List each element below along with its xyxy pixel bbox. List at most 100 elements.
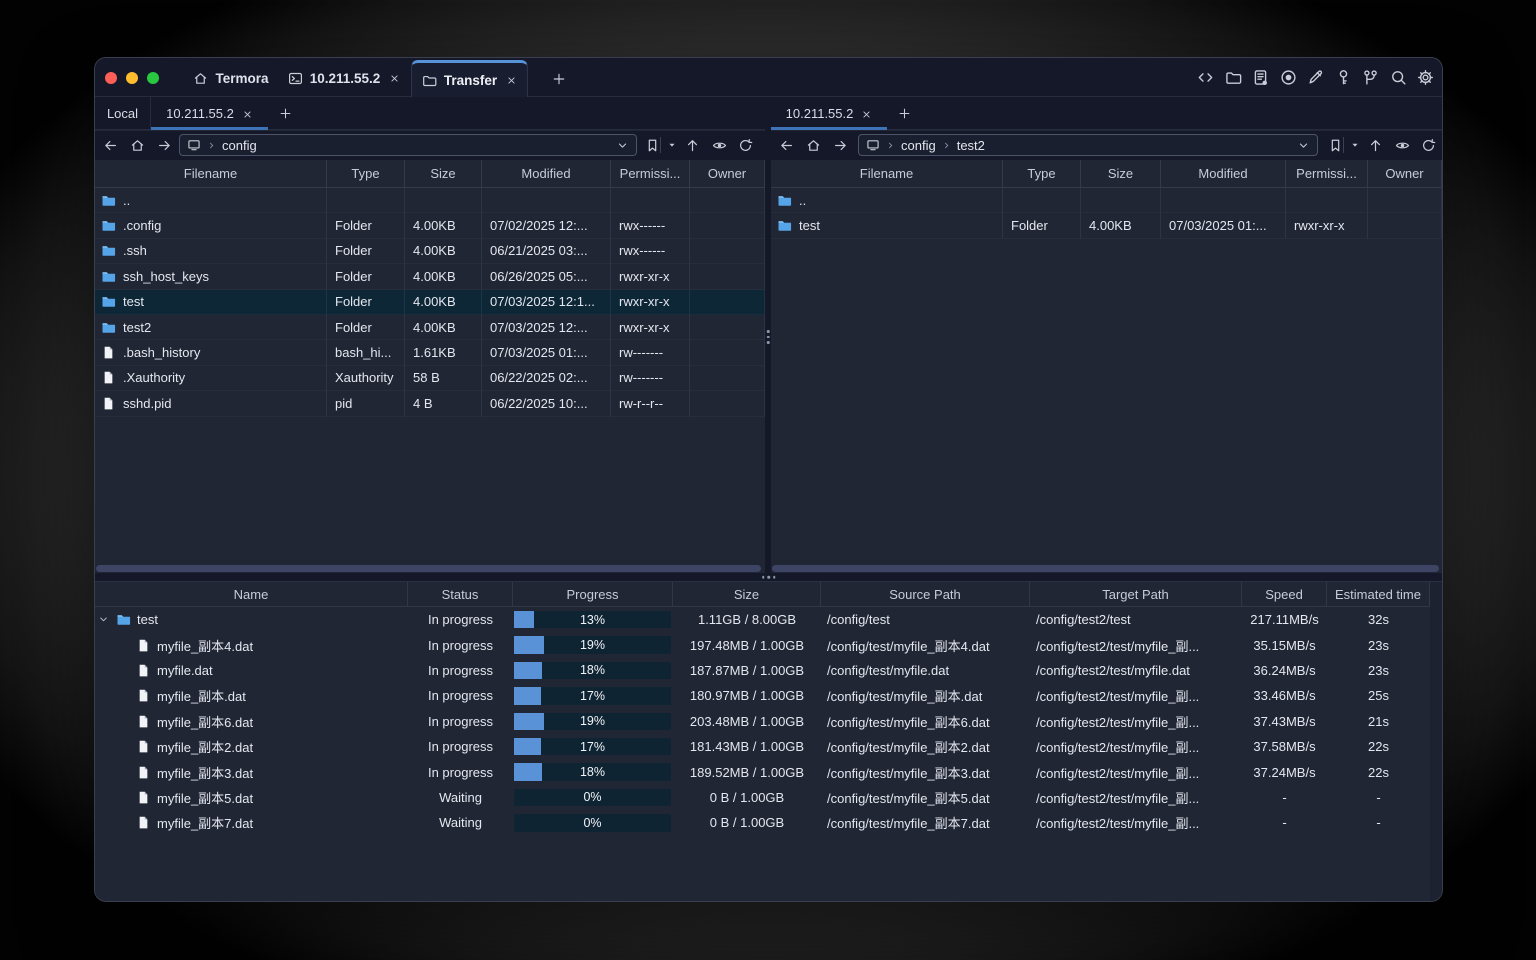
- search-icon[interactable]: [1390, 69, 1407, 86]
- table-row[interactable]: .bash_history bash_hi... 1.61KB 07/03/2025 …: [95, 340, 765, 366]
- transfer-row[interactable]: myfile_副本3.dat In progress 18% 189.52MB / 1…: [95, 759, 1442, 784]
- bookmark-dropdown-button[interactable]: [661, 134, 683, 156]
- column-header-type[interactable]: Type: [327, 160, 405, 187]
- new-main-tab-button[interactable]: [545, 60, 573, 97]
- upload-button[interactable]: [681, 134, 703, 156]
- transfer-row[interactable]: myfile_副本2.dat In progress 17% 181.43MB / 1…: [95, 734, 1442, 759]
- column-header-status[interactable]: Status: [408, 582, 513, 606]
- close-window-button[interactable]: [105, 71, 117, 84]
- cell-estimated-time: -: [1376, 815, 1381, 831]
- panel-tab-local[interactable]: Local: [95, 97, 151, 130]
- new-panel-tab-button[interactable]: [272, 97, 298, 130]
- column-header-estimated-time[interactable]: Estimated time: [1327, 582, 1430, 606]
- table-row[interactable]: ..: [95, 188, 765, 214]
- back-button[interactable]: [99, 134, 121, 156]
- breadcrumb-segment[interactable]: test2: [957, 138, 985, 153]
- record-icon[interactable]: [1280, 69, 1297, 86]
- code-icon[interactable]: [1197, 69, 1214, 86]
- main-tab-termora[interactable]: Termora: [185, 60, 277, 97]
- edit-icon[interactable]: [1307, 69, 1324, 86]
- minimize-window-button[interactable]: [126, 71, 138, 84]
- table-row[interactable]: .config Folder 4.00KB 07/02/2025 12:... rwx-…: [95, 213, 765, 239]
- back-button[interactable]: [775, 134, 797, 156]
- table-row[interactable]: sshd.pid pid 4 B 06/22/2025 10:... rw-r--r--: [95, 391, 765, 417]
- table-row[interactable]: ..: [771, 188, 1442, 214]
- column-header-filename[interactable]: Filename: [95, 160, 327, 187]
- column-header-type[interactable]: Type: [1003, 160, 1081, 187]
- show-hidden-button[interactable]: [1391, 134, 1413, 156]
- path-dropdown-icon[interactable]: [1297, 139, 1310, 152]
- column-header-size[interactable]: Size: [1081, 160, 1161, 187]
- column-header-permissi-[interactable]: Permissi...: [1286, 160, 1368, 187]
- upload-button[interactable]: [1364, 134, 1386, 156]
- cell-type: Folder: [327, 289, 405, 315]
- home-button[interactable]: [802, 134, 824, 156]
- column-header-owner[interactable]: Owner: [1368, 160, 1442, 187]
- column-header-size[interactable]: Size: [405, 160, 482, 187]
- transfer-row[interactable]: test In progress 13% 1.11GB / 8.00GB/config…: [95, 607, 1442, 632]
- table-row[interactable]: test Folder 4.00KB 07/03/2025 12:1... rwxr-x…: [95, 289, 765, 315]
- table-row[interactable]: .ssh Folder 4.00KB 06/21/2025 03:... rwx----…: [95, 238, 765, 265]
- folder-icon[interactable]: [1225, 69, 1242, 86]
- column-header-target-path[interactable]: Target Path: [1030, 582, 1242, 606]
- new-panel-tab-button[interactable]: [891, 97, 917, 130]
- key-icon[interactable]: [1335, 69, 1352, 86]
- column-header-owner[interactable]: Owner: [690, 160, 765, 187]
- transfer-row[interactable]: myfile_副本6.dat In progress 19% 203.48MB / 1…: [95, 709, 1442, 734]
- column-header-progress[interactable]: Progress: [513, 582, 673, 606]
- main-tab-10-211-55-2[interactable]: 10.211.55.2: [277, 60, 411, 97]
- column-header-name[interactable]: Name: [95, 582, 408, 606]
- table-row[interactable]: test Folder 4.00KB 07/03/2025 01:... rwxr-xr…: [771, 213, 1442, 239]
- cell-permissions: rwxr-xr-x: [611, 315, 690, 341]
- panel-tab-10-211-55-2[interactable]: 10.211.55.2: [151, 97, 268, 130]
- refresh-button[interactable]: [734, 134, 756, 156]
- transfer-row[interactable]: myfile_副本.dat In progress 17% 180.97MB / 1.…: [95, 683, 1442, 708]
- path-bar[interactable]: config: [179, 134, 637, 156]
- bookmark-dropdown-button[interactable]: [1344, 134, 1366, 156]
- column-header-modified[interactable]: Modified: [482, 160, 611, 187]
- main-tab-transfer[interactable]: Transfer: [411, 60, 528, 97]
- close-tab-icon[interactable]: [861, 109, 872, 120]
- breadcrumb-segment[interactable]: config: [901, 138, 936, 153]
- table-row[interactable]: .Xauthority Xauthority 58 B 06/22/2025 02:.…: [95, 365, 765, 392]
- expand-icon[interactable]: [97, 613, 110, 626]
- panel-tab-10-211-55-2[interactable]: 10.211.55.2: [771, 97, 887, 130]
- column-header-speed[interactable]: Speed: [1242, 582, 1327, 606]
- zoom-window-button[interactable]: [147, 71, 159, 84]
- cell-name: test: [95, 607, 408, 632]
- column-header-size[interactable]: Size: [673, 582, 821, 606]
- settings-icon[interactable]: [1417, 69, 1434, 86]
- close-tab-icon[interactable]: [242, 109, 253, 120]
- horizontal-splitter[interactable]: [95, 573, 1442, 581]
- table-row[interactable]: ssh_host_keys Folder 4.00KB 06/26/2025 05:.…: [95, 264, 765, 290]
- home-button[interactable]: [126, 134, 148, 156]
- close-tab-icon[interactable]: [506, 75, 517, 86]
- cell-target-path: /config/test2/test/myfile_副...: [1036, 638, 1200, 654]
- table-row[interactable]: test2 Folder 4.00KB 07/03/2025 12:... rwxr-x…: [95, 315, 765, 341]
- cell-progress: 18%: [513, 759, 673, 784]
- transfer-row[interactable]: myfile_副本5.dat Waiting 0% 0 B / 1.00GB/conf…: [95, 785, 1442, 810]
- file-table-header: Filename Type Size Modified Permissi... Owner: [95, 160, 765, 188]
- horizontal-scrollbar[interactable]: [772, 565, 1439, 572]
- path-bar[interactable]: config test2: [858, 134, 1318, 156]
- forward-button[interactable]: [153, 134, 175, 156]
- column-header-permissi-[interactable]: Permissi...: [611, 160, 690, 187]
- show-hidden-button[interactable]: [708, 134, 730, 156]
- transfer-row[interactable]: myfile.dat In progress 18% 187.87MB / 1.00G…: [95, 658, 1442, 683]
- close-tab-icon[interactable]: [389, 73, 400, 84]
- column-header-filename[interactable]: Filename: [771, 160, 1003, 187]
- macro-icon[interactable]: [1252, 69, 1269, 86]
- breadcrumb-segment[interactable]: config: [222, 138, 257, 153]
- refresh-button[interactable]: [1417, 134, 1439, 156]
- cell-permissions: rwxr-xr-x: [611, 289, 690, 315]
- path-dropdown-icon[interactable]: [616, 139, 629, 152]
- horizontal-scrollbar[interactable]: [96, 565, 761, 572]
- transfer-row[interactable]: myfile_副本4.dat In progress 19% 197.48MB / 1…: [95, 632, 1442, 657]
- forward-button[interactable]: [829, 134, 851, 156]
- cell-speed: -: [1282, 815, 1287, 831]
- column-header-modified[interactable]: Modified: [1161, 160, 1286, 187]
- column-header-source-path[interactable]: Source Path: [821, 582, 1030, 606]
- cell-name: test2: [95, 315, 327, 341]
- transfer-row[interactable]: myfile_副本7.dat Waiting 0% 0 B / 1.00GB/conf…: [95, 810, 1442, 835]
- branch-icon[interactable]: [1362, 69, 1379, 86]
